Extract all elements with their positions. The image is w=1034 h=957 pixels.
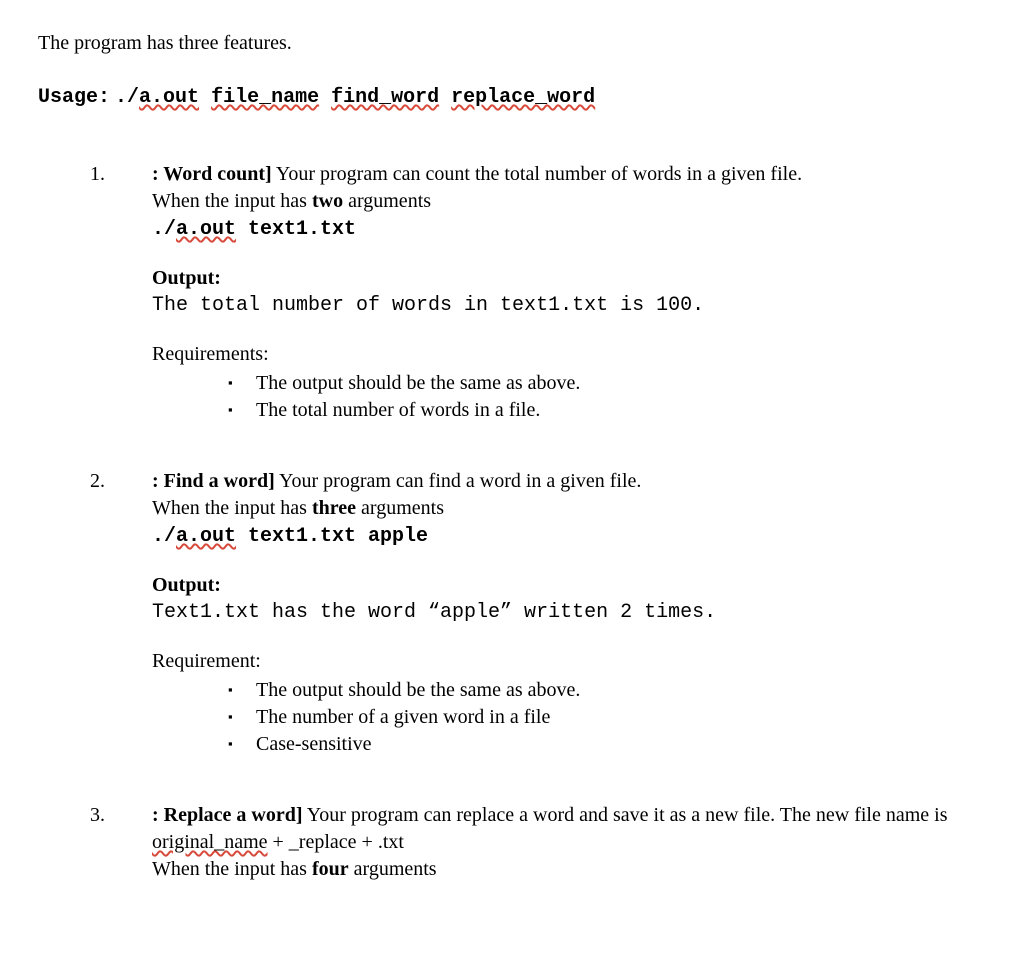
feature-header: : Word count] Your program can count the… — [152, 161, 996, 188]
usage-arg-findword: find_word — [331, 86, 439, 109]
requirements-label: Requirement: — [152, 648, 996, 675]
args-count: three — [312, 497, 356, 519]
feature-desc: Your program can find a word in a given … — [275, 470, 642, 492]
intro-text: The program has three features. — [38, 30, 996, 57]
args-pre: When the input has — [152, 858, 312, 880]
requirements-list: The output should be the same as above. … — [152, 677, 996, 758]
feature-title: : Word count] — [152, 163, 272, 185]
usage-arg-filename: file_name — [211, 86, 319, 109]
args-pre: When the input has — [152, 190, 312, 212]
cmd-aout: a.out — [176, 218, 236, 241]
command-line: ./a.out text1.txt — [152, 215, 996, 243]
feature-desc: Your program can count the total number … — [272, 163, 802, 185]
cmd-prefix: ./ — [152, 218, 176, 241]
feature-header: : Replace a word] Your program can repla… — [152, 802, 996, 856]
features-list: : Word count] Your program can count the… — [38, 161, 996, 883]
command-line: ./a.out text1.txt apple — [152, 522, 996, 550]
feature-word-count: : Word count] Your program can count the… — [110, 161, 996, 424]
cmd-rest: text1.txt — [236, 218, 356, 241]
args-line: When the input has four arguments — [152, 856, 996, 883]
usage-prefix: ./ — [115, 86, 139, 109]
cmd-rest: text1.txt apple — [236, 525, 428, 548]
feature-find-word: : Find a word] Your program can find a w… — [110, 468, 996, 758]
usage-cmd: a.out — [139, 86, 199, 109]
usage-label: Usage: — [38, 86, 110, 109]
requirement-item: The output should be the same as above. — [228, 370, 996, 397]
requirement-item: The number of a given word in a file — [228, 704, 996, 731]
cmd-aout: a.out — [176, 525, 236, 548]
filename-rest: + _replace + .txt — [268, 831, 404, 853]
usage-line: Usage: ./a.out file_name find_word repla… — [38, 83, 996, 111]
args-pre: When the input has — [152, 497, 312, 519]
feature-header: : Find a word] Your program can find a w… — [152, 468, 996, 495]
usage-arg-replaceword: replace_word — [451, 86, 595, 109]
output-block: Output: Text1.txt has the word “apple” w… — [152, 572, 996, 626]
args-post: arguments — [343, 190, 431, 212]
args-post: arguments — [349, 858, 437, 880]
args-count: two — [312, 190, 343, 212]
feature-desc: Your program can replace a word and save… — [303, 804, 948, 826]
output-label: Output: — [152, 265, 996, 292]
filename-squiggle: original_name — [152, 831, 268, 853]
usage-command: ./a.out file_name find_word replace_word — [115, 86, 595, 109]
output-label: Output: — [152, 572, 996, 599]
requirements-label: Requirements: — [152, 341, 996, 368]
requirements-list: The output should be the same as above. … — [152, 370, 996, 424]
output-text: Text1.txt has the word “apple” written 2… — [152, 599, 996, 626]
args-line: When the input has two arguments — [152, 188, 996, 215]
args-line: When the input has three arguments — [152, 495, 996, 522]
requirement-item: The total number of words in a file. — [228, 397, 996, 424]
output-block: Output: The total number of words in tex… — [152, 265, 996, 319]
requirement-item: Case-sensitive — [228, 731, 996, 758]
args-post: arguments — [356, 497, 444, 519]
feature-replace-word: : Replace a word] Your program can repla… — [110, 802, 996, 883]
feature-title: : Replace a word] — [152, 804, 303, 826]
cmd-prefix: ./ — [152, 525, 176, 548]
requirement-item: The output should be the same as above. — [228, 677, 996, 704]
output-text: The total number of words in text1.txt i… — [152, 292, 996, 319]
feature-title: : Find a word] — [152, 470, 275, 492]
args-count: four — [312, 858, 349, 880]
